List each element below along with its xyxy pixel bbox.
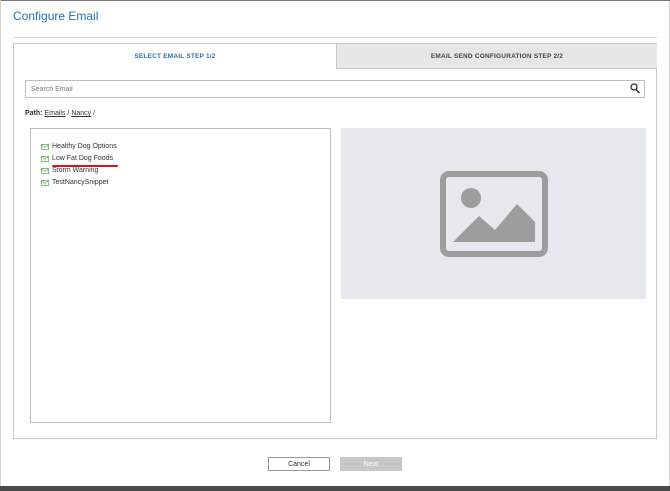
breadcrumb-separator: / xyxy=(93,110,96,117)
list-item-label: Storm Warning xyxy=(52,167,99,174)
list-item[interactable]: Low Fat Dog Foods xyxy=(41,153,113,164)
list-item-label: Low Fat Dog Foods xyxy=(52,155,114,162)
image-placeholder-icon xyxy=(440,171,548,257)
wizard-panel: SELECT EMAIL STEP 1/2 EMAIL SEND CONFIGU… xyxy=(13,43,657,439)
list-item[interactable]: Storm Warning xyxy=(41,165,98,176)
top-border xyxy=(1,0,670,1)
breadcrumb-nancy[interactable]: Nancy xyxy=(71,110,91,117)
email-list: Healthy Dog Options Low Fat Dog Foods St… xyxy=(30,128,331,423)
breadcrumb: Path: Emails / Nancy / xyxy=(25,110,95,117)
email-preview xyxy=(341,128,646,299)
envelope-icon xyxy=(41,143,49,150)
search-field xyxy=(25,80,645,98)
list-item[interactable]: Healthy Dog Options xyxy=(41,141,117,152)
tab-send-configuration[interactable]: EMAIL SEND CONFIGURATION STEP 2/2 xyxy=(336,44,657,69)
envelope-icon xyxy=(41,179,49,186)
envelope-icon xyxy=(41,155,49,162)
list-item[interactable]: TestNancySnippet xyxy=(41,177,108,188)
dialog-title: Configure Email xyxy=(13,9,99,23)
cancel-button[interactable]: Cancel xyxy=(268,457,330,471)
list-item-label: TestNancySnippet xyxy=(52,179,109,186)
tab-select-email[interactable]: SELECT EMAIL STEP 1/2 xyxy=(14,44,336,69)
envelope-icon xyxy=(41,167,49,174)
next-button[interactable]: Next xyxy=(340,457,402,471)
search-icon[interactable] xyxy=(630,83,640,94)
list-item-label: Healthy Dog Options xyxy=(52,143,117,150)
breadcrumb-emails[interactable]: Emails xyxy=(44,110,65,117)
search-input[interactable] xyxy=(26,81,626,97)
path-label: Path: xyxy=(25,110,43,117)
configure-email-dialog: Configure Email SELECT EMAIL STEP 1/2 EM… xyxy=(0,0,670,486)
title-divider xyxy=(13,37,657,38)
bottom-edge xyxy=(0,486,670,491)
breadcrumb-separator: / xyxy=(67,110,70,117)
